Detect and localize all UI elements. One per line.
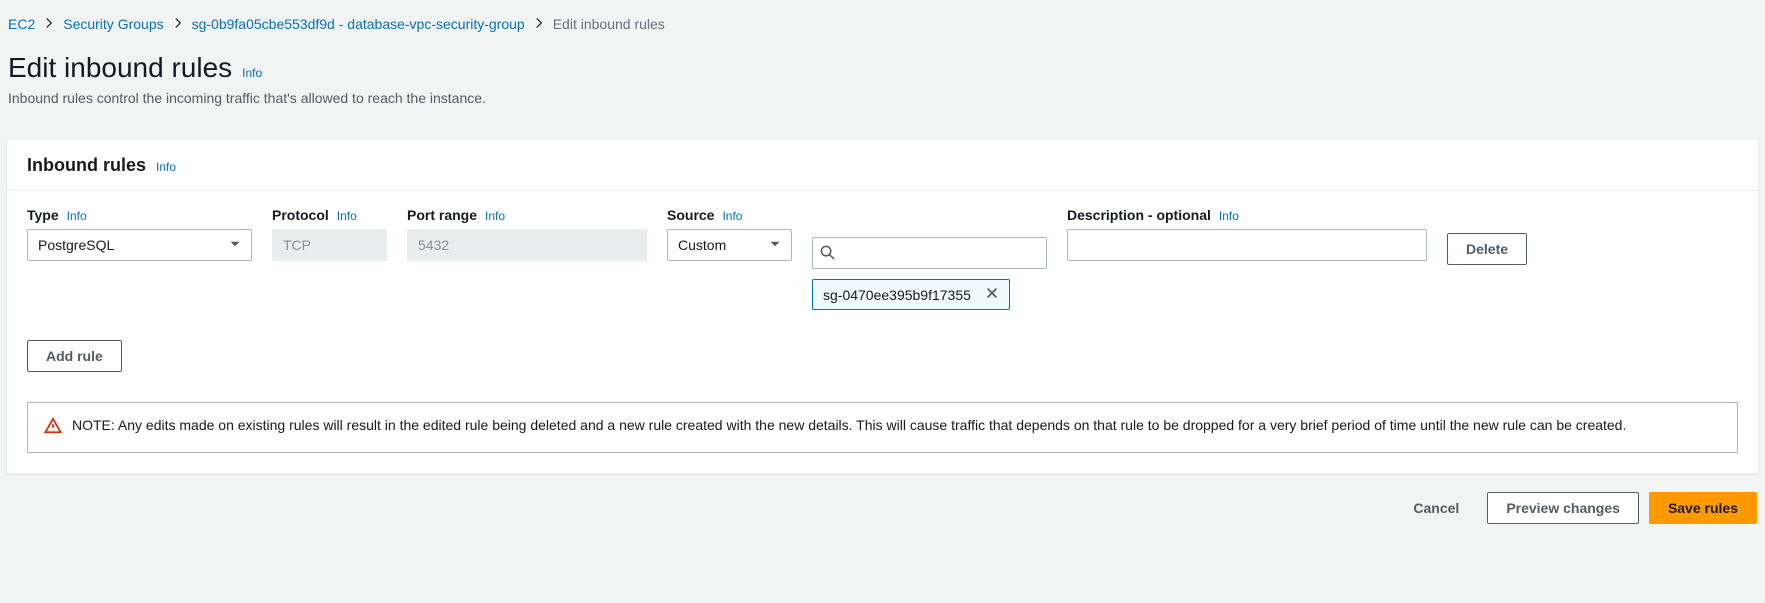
inbound-rules-panel: Inbound rules Info Type Info PostgreSQL … (6, 138, 1759, 474)
source-token-label: sg-0470ee395b9f17355 (823, 287, 971, 303)
description-label: Description - optional (1067, 207, 1211, 223)
type-value: PostgreSQL (38, 237, 114, 253)
breadcrumb: EC2 Security Groups sg-0b9fa05cbe553df9d… (6, 0, 1759, 38)
cancel-button[interactable]: Cancel (1395, 492, 1477, 524)
description-info-link[interactable]: Info (1219, 209, 1239, 223)
protocol-info-link[interactable]: Info (337, 209, 357, 223)
panel-title: Inbound rules (27, 155, 146, 176)
description-input[interactable] (1067, 229, 1427, 261)
warning-icon (44, 417, 62, 438)
add-rule-button[interactable]: Add rule (27, 340, 122, 372)
note-text: NOTE: Any edits made on existing rules w… (72, 417, 1626, 433)
save-rules-button[interactable]: Save rules (1649, 492, 1757, 524)
page-title: Edit inbound rules (8, 52, 232, 84)
caret-down-icon (769, 237, 781, 253)
source-info-link[interactable]: Info (722, 209, 742, 223)
protocol-field: TCP (272, 229, 387, 261)
chevron-right-icon (43, 16, 55, 32)
breadcrumb-sg-detail[interactable]: sg-0b9fa05cbe553df9d - database-vpc-secu… (192, 16, 525, 32)
caret-down-icon (229, 237, 241, 253)
delete-rule-button[interactable]: Delete (1447, 233, 1527, 265)
source-mode-select[interactable]: Custom (667, 229, 792, 261)
breadcrumb-security-groups[interactable]: Security Groups (63, 16, 163, 32)
page-description: Inbound rules control the incoming traff… (8, 84, 1757, 106)
page-title-info-link[interactable]: Info (242, 66, 262, 80)
port-range-info-link[interactable]: Info (485, 209, 505, 223)
port-range-value: 5432 (418, 237, 449, 253)
source-mode-value: Custom (678, 237, 726, 253)
port-range-label: Port range (407, 207, 477, 223)
chevron-right-icon (172, 16, 184, 32)
type-select[interactable]: PostgreSQL (27, 229, 252, 261)
protocol-label: Protocol (272, 207, 329, 223)
breadcrumb-current: Edit inbound rules (553, 16, 665, 32)
preview-changes-button[interactable]: Preview changes (1487, 492, 1639, 524)
source-search-input[interactable] (812, 237, 1047, 269)
footer-actions: Cancel Preview changes Save rules (6, 474, 1759, 524)
remove-token-button[interactable] (985, 286, 999, 303)
type-info-link[interactable]: Info (67, 209, 87, 223)
protocol-value: TCP (283, 237, 311, 253)
chevron-right-icon (533, 16, 545, 32)
search-icon (820, 245, 835, 263)
type-label: Type (27, 207, 59, 223)
panel-info-link[interactable]: Info (156, 160, 176, 174)
port-range-field: 5432 (407, 229, 647, 261)
page-header: Edit inbound rules Info Inbound rules co… (6, 38, 1759, 114)
breadcrumb-ec2[interactable]: EC2 (8, 16, 35, 32)
note-box: NOTE: Any edits made on existing rules w… (27, 402, 1738, 453)
source-token: sg-0470ee395b9f17355 (812, 279, 1010, 310)
rule-row: Type Info PostgreSQL Protocol Info TCP (7, 191, 1758, 310)
close-icon (985, 287, 999, 303)
source-label: Source (667, 207, 714, 223)
